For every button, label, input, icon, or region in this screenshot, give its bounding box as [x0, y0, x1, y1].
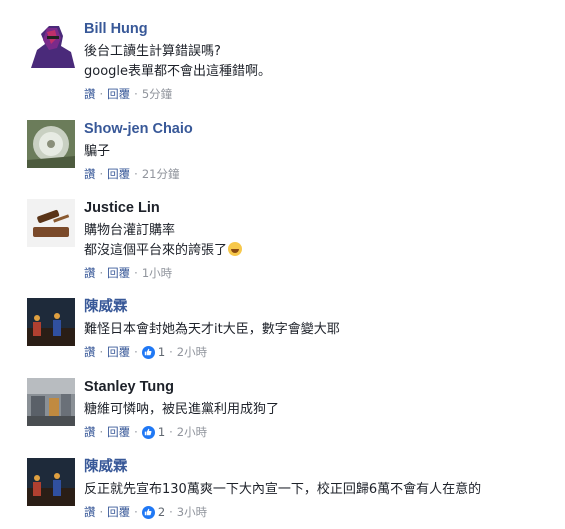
comment-actions: 讚 · 回覆 · 1 · 2小時 [84, 344, 554, 360]
comment-text: 後台工讀生計算錯誤嗎? google表單都不會出這種錯啊。 [84, 42, 554, 82]
reaction-count[interactable]: 1 [158, 424, 165, 440]
timestamp[interactable]: 5分鐘 [142, 86, 172, 102]
timestamp[interactable]: 1小時 [142, 265, 172, 281]
timestamp[interactable]: 3小時 [177, 504, 207, 520]
commenter-name[interactable]: Stanley Tung [84, 378, 554, 396]
separator: · [99, 425, 104, 439]
comment-line-text: 都沒這個平台來的誇張了 [84, 243, 228, 258]
reply-link[interactable]: 回覆 [107, 265, 130, 281]
comment-actions: 讚 · 回覆 · 2 · 3小時 [84, 504, 554, 520]
separator: · [134, 505, 138, 519]
separator: · [99, 266, 104, 280]
laughing-emoji-icon [228, 242, 243, 256]
comment-line: 騙子 [84, 144, 111, 159]
separator: · [99, 167, 104, 181]
separator: · [134, 87, 138, 101]
like-link[interactable]: 讚 [84, 344, 96, 360]
commenter-name[interactable]: 陳威霖 [84, 298, 554, 316]
comment-text: 騙子 [84, 142, 554, 162]
thumbs-up-icon[interactable] [141, 425, 155, 439]
separator: · [169, 505, 173, 519]
avatar[interactable] [27, 378, 75, 426]
like-link[interactable]: 讚 [84, 504, 96, 520]
like-link[interactable]: 讚 [84, 86, 96, 102]
comment-actions: 讚 · 回覆 · 5分鐘 [84, 86, 554, 102]
commenter-name[interactable]: 陳威霖 [84, 458, 554, 476]
separator: · [134, 425, 138, 439]
avatar[interactable] [27, 199, 75, 247]
comment-text: 難怪日本會封她為天才it大臣，數字會變大耶 [84, 320, 554, 340]
thumbs-up-icon[interactable] [141, 345, 155, 359]
comment-text: 糖維可憐呐，被民進黨利用成狗了 [84, 400, 554, 420]
reply-link[interactable]: 回覆 [107, 424, 130, 440]
commenter-name[interactable]: Justice Lin [84, 199, 554, 217]
like-link[interactable]: 讚 [84, 424, 96, 440]
comment-text: 反正就先宣布130萬爽一下大內宣一下，校正回歸6萬不會有人在意的 [84, 480, 554, 500]
reaction-count[interactable]: 2 [158, 504, 165, 520]
like-link[interactable]: 讚 [84, 166, 96, 182]
avatar[interactable] [27, 20, 75, 68]
comment-actions: 讚 · 回覆 · 1 · 2小時 [84, 424, 554, 440]
avatar[interactable] [27, 458, 75, 506]
reply-link[interactable]: 回覆 [107, 344, 130, 360]
reply-link[interactable]: 回覆 [107, 504, 130, 520]
comment-line: 糖維可憐呐，被民進黨利用成狗了 [84, 402, 280, 417]
like-link[interactable]: 讚 [84, 265, 96, 281]
timestamp[interactable]: 21分鐘 [142, 166, 180, 182]
timestamp[interactable]: 2小時 [177, 344, 207, 360]
reply-link[interactable]: 回覆 [107, 166, 130, 182]
thumbs-up-icon[interactable] [141, 505, 155, 519]
separator: · [99, 87, 104, 101]
comment-line: 反正就先宣布130萬爽一下大內宣一下，校正回歸6萬不會有人在意的 [84, 482, 482, 497]
commenter-name[interactable]: Bill Hung [84, 20, 554, 38]
avatar[interactable] [27, 298, 75, 346]
separator: · [169, 345, 173, 359]
separator: · [99, 345, 104, 359]
commenter-name[interactable]: Show-jen Chaio [84, 120, 554, 138]
comment-line: 難怪日本會封她為天才it大臣，數字會變大耶 [84, 322, 340, 337]
separator: · [134, 345, 138, 359]
separator: · [134, 167, 138, 181]
comment-text: 購物台灌訂購率 都沒這個平台來的誇張了 [84, 221, 554, 261]
separator: · [169, 425, 173, 439]
comment-line: 都沒這個平台來的誇張了 [84, 241, 554, 261]
separator: · [99, 505, 104, 519]
separator: · [134, 266, 138, 280]
comment-line: google表單都不會出這種錯啊。 [84, 64, 272, 79]
comment-actions: 讚 · 回覆 · 1小時 [84, 265, 554, 281]
comment-actions: 讚 · 回覆 · 21分鐘 [84, 166, 554, 182]
avatar[interactable] [27, 120, 75, 168]
timestamp[interactable]: 2小時 [177, 424, 207, 440]
reply-link[interactable]: 回覆 [107, 86, 130, 102]
comment-line: 後台工讀生計算錯誤嗎? [84, 44, 221, 59]
comment-line: 購物台灌訂購率 [84, 223, 176, 238]
reaction-count[interactable]: 1 [158, 344, 165, 360]
